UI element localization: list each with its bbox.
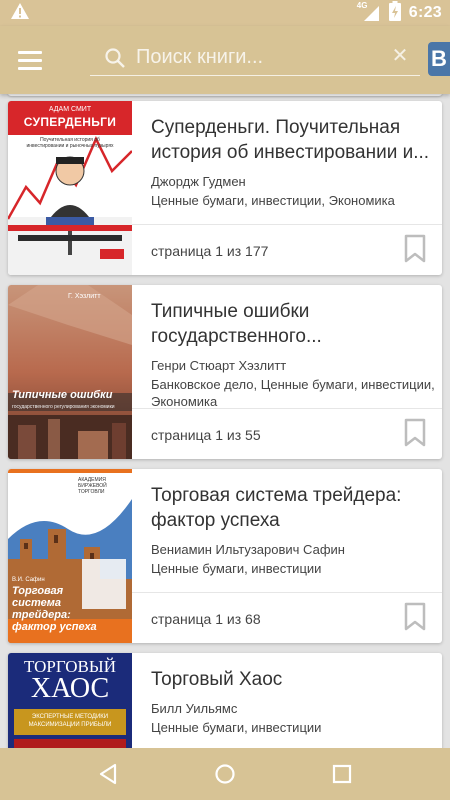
card-divider: [132, 592, 442, 593]
bookmark-icon[interactable]: [404, 602, 426, 632]
book-cover: АКАДЕМИЯ БИРЖЕВОЙ ТОРГОВЛИ В.И. Сафин То…: [8, 469, 132, 643]
status-bar: 4G 6:23: [0, 0, 450, 26]
book-author: Вениамин Ильтузарович Сафин: [151, 542, 345, 557]
book-author: Билл Уильямс: [151, 701, 238, 716]
book-card[interactable]: ТОРГОВЫЙ ХАОС ЭКСПЕРТНЫЕ МЕТОДИКИ МАКСИМ…: [8, 653, 442, 748]
cover-title-line-2: ХАОС: [30, 673, 110, 704]
book-title: Торговый Хаос: [151, 669, 283, 690]
bookmark-icon[interactable]: [404, 234, 426, 264]
battery-icon: [388, 0, 401, 26]
book-page-info: страница 1 из 177: [151, 243, 269, 259]
book-categories: Ценные бумаги, инвестиции: [151, 561, 322, 576]
book-info: Суперденьги. Поучительная история об инв…: [151, 115, 441, 209]
book-title: Торговая система трейдера: фактор успеха: [151, 485, 402, 531]
book-cover: АДАМ СМИТ СУПЕРДЕНЬГИ Поучительная истор…: [8, 101, 132, 275]
cover-subtitle-line: государственного регулирования экономики: [12, 404, 115, 410]
clock: 6:23: [408, 4, 442, 21]
book-card[interactable]: АДАМ СМИТ СУПЕРДЕНЬГИ Поучительная истор…: [8, 101, 442, 275]
vk-share-button[interactable]: В: [428, 42, 450, 76]
recents-icon[interactable]: [322, 754, 362, 794]
book-info: Типичные ошибки государственного... Генр…: [151, 299, 441, 410]
book-author: Генри Стюарт Хэзлитт: [151, 358, 287, 373]
cover-title-line: СУПЕРДЕНЬГИ: [23, 115, 117, 129]
book-categories: Ценные бумаги, инвестиции: [151, 720, 322, 735]
book-categories: Банковское дело, Ценные бумаги, инвестиц…: [151, 377, 435, 409]
cover-subtitle-line: Поучительная история об инвестировании и…: [26, 137, 114, 149]
book-list[interactable]: АДАМ СМИТ СУПЕРДЕНЬГИ Поучительная истор…: [0, 94, 450, 748]
cover-title-line: Торговая система трейдера: фактор успеха: [12, 585, 97, 633]
search-bar: ✕: [90, 40, 420, 76]
system-nav-bar: [0, 748, 450, 800]
signal-icon: 4G: [357, 1, 381, 22]
search-input[interactable]: [136, 46, 386, 69]
cover-title-line: Типичные ошибки: [12, 389, 113, 401]
vk-logo-icon: В: [431, 46, 447, 71]
book-title: Типичные ошибки государственного...: [151, 301, 322, 347]
book-cover: Г. Хэзлитт Типичные ошибки государственн…: [8, 285, 132, 459]
book-categories: Ценные бумаги, инвестиции, Экономика: [151, 193, 395, 208]
card-divider: [132, 408, 442, 409]
book-card[interactable]: Г. Хэзлитт Типичные ошибки государственн…: [8, 285, 442, 459]
book-cover: ТОРГОВЫЙ ХАОС ЭКСПЕРТНЫЕ МЕТОДИКИ МАКСИМ…: [8, 653, 132, 748]
warning-icon: [10, 2, 30, 25]
cover-series-line: АКАДЕМИЯ БИРЖЕВОЙ ТОРГОВЛИ: [78, 477, 107, 495]
cover-author-line: Г. Хэзлитт: [68, 293, 101, 300]
book-author: Джордж Гудмен: [151, 174, 246, 189]
book-page-info: страница 1 из 68: [151, 611, 261, 627]
cover-author-line: В.И. Сафин: [12, 577, 45, 583]
hamburger-menu-icon[interactable]: [14, 44, 46, 76]
book-info: Торговый Хаос Билл Уильямс Ценные бумаги…: [151, 667, 441, 736]
previous-book-card-edge: [8, 94, 442, 96]
search-icon: [104, 46, 132, 70]
book-title: Суперденьги. Поучительная история об инв…: [151, 117, 430, 163]
book-info: Торговая система трейдера: фактор успеха…: [151, 483, 441, 577]
cover-subtitle-line: ЭКСПЕРТНЫЕ МЕТОДИКИ МАКСИМИЗАЦИИ ПРИБЫЛИ: [28, 714, 112, 728]
clear-search-icon[interactable]: ✕: [390, 46, 410, 66]
back-icon[interactable]: [88, 754, 128, 794]
card-divider: [132, 224, 442, 225]
app-bar: ✕ В: [0, 26, 450, 94]
status-indicators: 4G 6:23: [357, 0, 442, 26]
book-page-info: страница 1 из 55: [151, 427, 261, 443]
bookmark-icon[interactable]: [404, 418, 426, 448]
book-card[interactable]: АКАДЕМИЯ БИРЖЕВОЙ ТОРГОВЛИ В.И. Сафин То…: [8, 469, 442, 643]
home-icon[interactable]: [205, 754, 245, 794]
cover-author-line: АДАМ СМИТ: [48, 106, 92, 113]
